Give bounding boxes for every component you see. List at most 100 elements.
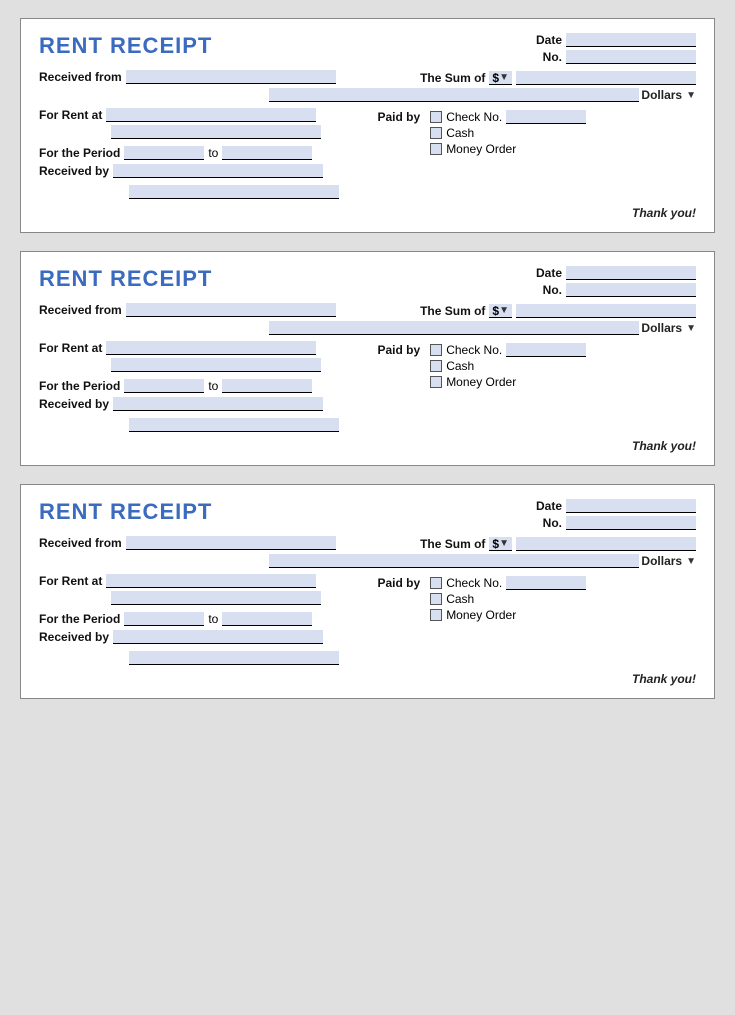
dollar-dropdown-1[interactable]: ▼ [499, 72, 509, 83]
for-the-period-label-1: For the Period [39, 146, 120, 160]
date-field-3[interactable] [566, 499, 696, 513]
thank-you-1: Thank you! [39, 206, 696, 220]
check-no-label-3: Check No. [446, 576, 502, 590]
received-by-field2-3[interactable] [129, 651, 339, 665]
dollars-dropdown-3[interactable]: ▼ [686, 556, 696, 567]
received-by-label-3: Received by [39, 630, 109, 644]
for-rent-at-label-2: For Rent at [39, 341, 102, 355]
received-from-label-2: Received from [39, 303, 122, 317]
money-order-checkbox-3[interactable] [430, 609, 442, 621]
thank-you-3: Thank you! [39, 672, 696, 686]
money-order-checkbox-1[interactable] [430, 143, 442, 155]
receipt-title-2: RENT RECEIPT [39, 266, 534, 292]
received-from-field-1[interactable] [126, 70, 336, 84]
sum-field-2[interactable] [516, 304, 696, 318]
check-no-checkbox-2[interactable] [430, 344, 442, 356]
received-by-field-1[interactable] [113, 164, 323, 178]
received-by-field-3[interactable] [113, 630, 323, 644]
for-rent-field2-1[interactable] [111, 125, 321, 139]
received-by-field2-1[interactable] [129, 185, 339, 199]
money-order-label-3: Money Order [446, 608, 516, 622]
received-from-label-1: Received from [39, 70, 122, 84]
cash-label-3: Cash [446, 592, 474, 606]
check-no-field-2[interactable] [506, 343, 586, 357]
period-to-field-3[interactable] [222, 612, 312, 626]
date-label-1: Date [534, 33, 562, 47]
check-no-checkbox-3[interactable] [430, 577, 442, 589]
no-field-2[interactable] [566, 283, 696, 297]
period-from-field-3[interactable] [124, 612, 204, 626]
period-from-field-2[interactable] [124, 379, 204, 393]
dollars-dropdown-2[interactable]: ▼ [686, 323, 696, 334]
to-label-3: to [208, 612, 218, 626]
the-sum-of-label-1: The Sum of [420, 71, 485, 85]
money-order-label-1: Money Order [446, 142, 516, 156]
dollar-dropdown-3[interactable]: ▼ [499, 538, 509, 549]
dollars-label-3: Dollars [641, 554, 682, 568]
sum-field-3[interactable] [516, 537, 696, 551]
date-field-1[interactable] [566, 33, 696, 47]
cash-label-1: Cash [446, 126, 474, 140]
for-rent-field2-3[interactable] [111, 591, 321, 605]
dollar-dropdown-2[interactable]: ▼ [499, 305, 509, 316]
dollars-field-3[interactable] [269, 554, 639, 568]
for-rent-at-label-3: For Rent at [39, 574, 102, 588]
date-field-2[interactable] [566, 266, 696, 280]
check-no-field-1[interactable] [506, 110, 586, 124]
cash-checkbox-3[interactable] [430, 593, 442, 605]
period-to-field-2[interactable] [222, 379, 312, 393]
for-rent-field-3[interactable] [106, 574, 316, 588]
date-label-3: Date [534, 499, 562, 513]
dollars-field-1[interactable] [269, 88, 639, 102]
cash-checkbox-2[interactable] [430, 360, 442, 372]
rent-receipt-1: RENT RECEIPT Date No. Received from The … [20, 18, 715, 233]
thank-you-2: Thank you! [39, 439, 696, 453]
sum-field-1[interactable] [516, 71, 696, 85]
no-label-2: No. [534, 283, 562, 297]
cash-checkbox-1[interactable] [430, 127, 442, 139]
receipt-title-1: RENT RECEIPT [39, 33, 534, 59]
check-no-field-3[interactable] [506, 576, 586, 590]
received-from-label-3: Received from [39, 536, 122, 550]
check-no-label-1: Check No. [446, 110, 502, 124]
money-order-label-2: Money Order [446, 375, 516, 389]
rent-receipt-2: RENT RECEIPT Date No. Received from The … [20, 251, 715, 466]
dollars-field-2[interactable] [269, 321, 639, 335]
paid-by-label-1: Paid by [378, 110, 421, 124]
to-label-2: to [208, 379, 218, 393]
received-from-field-2[interactable] [126, 303, 336, 317]
for-rent-field-2[interactable] [106, 341, 316, 355]
rent-receipt-3: RENT RECEIPT Date No. Received from The … [20, 484, 715, 699]
no-field-1[interactable] [566, 50, 696, 64]
to-label-1: to [208, 146, 218, 160]
received-by-field-2[interactable] [113, 397, 323, 411]
received-by-label-1: Received by [39, 164, 109, 178]
paid-by-label-2: Paid by [378, 343, 421, 357]
date-label-2: Date [534, 266, 562, 280]
check-no-checkbox-1[interactable] [430, 111, 442, 123]
for-rent-field2-2[interactable] [111, 358, 321, 372]
received-by-label-2: Received by [39, 397, 109, 411]
period-from-field-1[interactable] [124, 146, 204, 160]
dollar-sign-1[interactable]: $▼ [489, 71, 512, 85]
received-by-field2-2[interactable] [129, 418, 339, 432]
dollars-label-1: Dollars [641, 88, 682, 102]
no-field-3[interactable] [566, 516, 696, 530]
received-from-field-3[interactable] [126, 536, 336, 550]
no-label-3: No. [534, 516, 562, 530]
the-sum-of-label-2: The Sum of [420, 304, 485, 318]
for-rent-at-label-1: For Rent at [39, 108, 102, 122]
for-rent-field-1[interactable] [106, 108, 316, 122]
check-no-label-2: Check No. [446, 343, 502, 357]
cash-label-2: Cash [446, 359, 474, 373]
dollar-sign-2[interactable]: $▼ [489, 304, 512, 318]
for-the-period-label-3: For the Period [39, 612, 120, 626]
for-the-period-label-2: For the Period [39, 379, 120, 393]
no-label-1: No. [534, 50, 562, 64]
the-sum-of-label-3: The Sum of [420, 537, 485, 551]
dollars-label-2: Dollars [641, 321, 682, 335]
dollar-sign-3[interactable]: $▼ [489, 537, 512, 551]
dollars-dropdown-1[interactable]: ▼ [686, 90, 696, 101]
money-order-checkbox-2[interactable] [430, 376, 442, 388]
period-to-field-1[interactable] [222, 146, 312, 160]
